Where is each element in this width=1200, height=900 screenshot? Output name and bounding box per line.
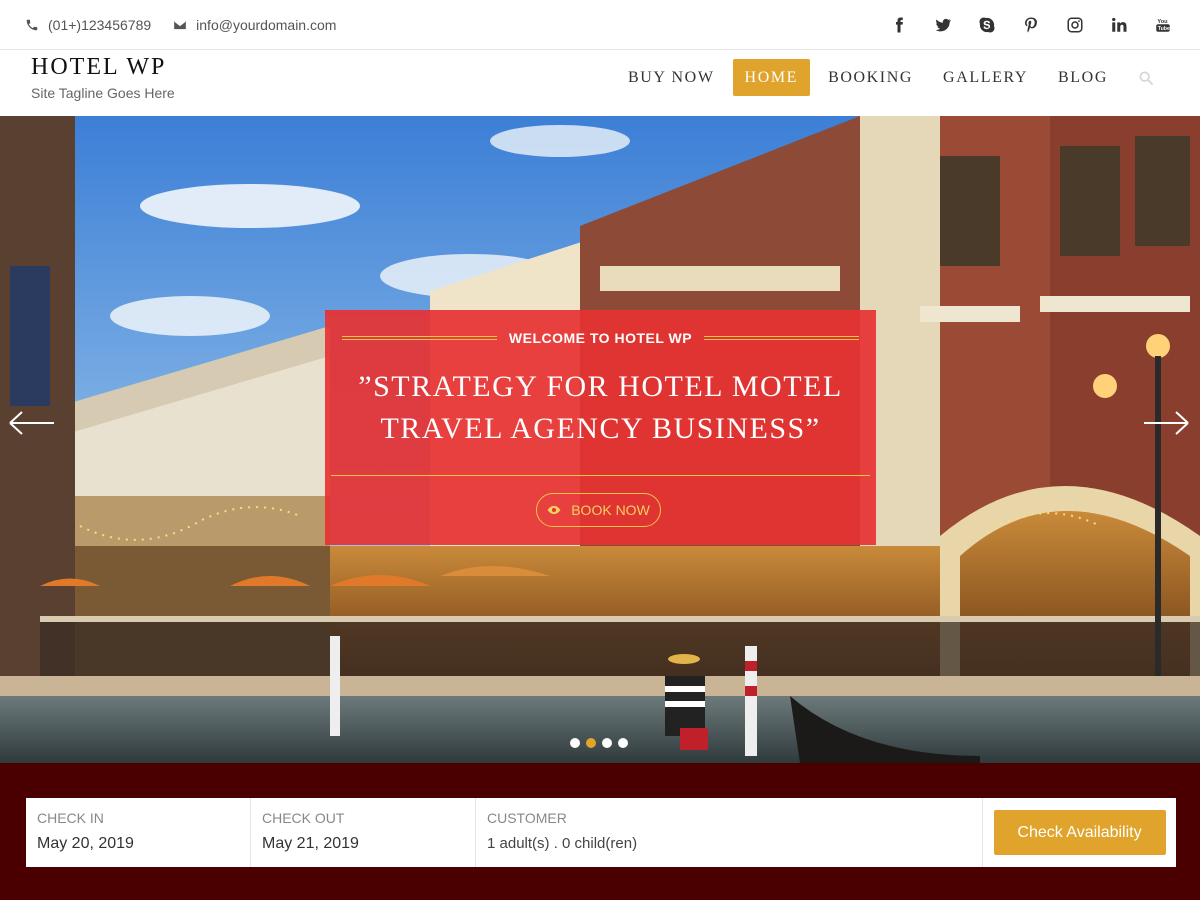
- site-header: HOTEL WP Site Tagline Goes Here BUY NOW …: [0, 50, 1200, 116]
- social-links: You Tube: [866, 0, 1174, 50]
- arrow-left-icon: [9, 411, 54, 435]
- slide-dot-4[interactable]: [618, 738, 628, 748]
- envelope-icon: [173, 18, 187, 32]
- customer-label: CUSTOMER: [487, 810, 567, 826]
- check-in-value[interactable]: May 20, 2019: [37, 835, 250, 853]
- check-in-label: CHECK IN: [37, 810, 104, 826]
- svg-text:Tube: Tube: [1158, 26, 1170, 32]
- instagram-icon[interactable]: [1064, 14, 1086, 36]
- check-out-label: CHECK OUT: [262, 810, 345, 826]
- email-address: info@yourdomain.com: [196, 17, 337, 33]
- eye-icon: [547, 505, 561, 515]
- check-in-field[interactable]: CHECK IN May 20, 2019: [26, 798, 251, 867]
- submit-wrapper: Check Availability: [983, 798, 1176, 867]
- customer-value[interactable]: 1 adult(s) . 0 child(ren): [487, 835, 982, 852]
- arrow-right-icon: [1144, 411, 1189, 435]
- caption-divider: [331, 475, 870, 476]
- youtube-icon[interactable]: You Tube: [1152, 14, 1174, 36]
- nav-item-home[interactable]: HOME: [732, 59, 811, 96]
- main-nav: BUY NOW HOME BOOKING GALLERY BLOG: [610, 59, 1156, 96]
- site-name: HOTEL WP: [31, 54, 167, 80]
- skype-icon[interactable]: [976, 14, 998, 36]
- svg-text:You: You: [1157, 19, 1168, 25]
- hero-slider: WELCOME TO HOTEL WP ”STRATEGY FOR HOTEL …: [0, 116, 1200, 763]
- slide-dot-3[interactable]: [602, 738, 612, 748]
- decorative-line: [341, 336, 497, 340]
- site-tagline: Site Tagline Goes Here: [31, 85, 175, 101]
- nav-item-blog[interactable]: BLOG: [1046, 59, 1120, 96]
- booking-bar: CHECK IN May 20, 2019 CHECK OUT May 21, …: [0, 763, 1200, 900]
- nav-item-booking[interactable]: BOOKING: [816, 59, 925, 96]
- top-bar: (01+)123456789 info@yourdomain.com You T…: [0, 0, 1200, 50]
- hero-heading: ”STRATEGY FOR HOTEL MOTEL TRAVEL AGENCY …: [358, 370, 843, 445]
- hero-eyebrow: WELCOME TO HOTEL WP: [508, 330, 693, 346]
- search-icon[interactable]: [1136, 68, 1156, 88]
- site-logo[interactable]: HOTEL WP Site Tagline Goes Here: [31, 54, 175, 101]
- nav-item-buy-now[interactable]: BUY NOW: [616, 59, 727, 96]
- phone-number: (01+)123456789: [48, 17, 152, 33]
- book-now-button[interactable]: BOOK NOW: [536, 493, 661, 527]
- slider-pagination: [570, 738, 634, 748]
- slide-dot-1[interactable]: [570, 738, 580, 748]
- hero-caption-box: WELCOME TO HOTEL WP ”STRATEGY FOR HOTEL …: [325, 310, 876, 545]
- next-slide-arrow[interactable]: [1142, 410, 1190, 436]
- facebook-icon[interactable]: [888, 14, 910, 36]
- availability-form: CHECK IN May 20, 2019 CHECK OUT May 21, …: [26, 798, 1176, 867]
- previous-slide-arrow[interactable]: [8, 410, 56, 436]
- book-now-label: BOOK NOW: [571, 502, 650, 518]
- linkedin-icon[interactable]: [1108, 14, 1130, 36]
- decorative-line: [704, 336, 860, 340]
- pinterest-icon[interactable]: [1020, 14, 1042, 36]
- check-out-field[interactable]: CHECK OUT May 21, 2019: [251, 798, 476, 867]
- check-availability-button[interactable]: Check Availability: [993, 810, 1166, 855]
- customer-field[interactable]: CUSTOMER 1 adult(s) . 0 child(ren): [476, 798, 983, 867]
- email-contact[interactable]: info@yourdomain.com: [173, 17, 336, 33]
- check-out-value[interactable]: May 21, 2019: [262, 835, 475, 853]
- hero-eyebrow-row: WELCOME TO HOTEL WP: [325, 326, 876, 350]
- slide-dot-2[interactable]: [586, 738, 596, 748]
- twitter-icon[interactable]: [932, 14, 954, 36]
- contact-info: (01+)123456789 info@yourdomain.com: [25, 0, 358, 50]
- phone-icon: [25, 18, 39, 32]
- nav-item-gallery[interactable]: GALLERY: [931, 59, 1040, 96]
- phone-contact[interactable]: (01+)123456789: [25, 17, 151, 33]
